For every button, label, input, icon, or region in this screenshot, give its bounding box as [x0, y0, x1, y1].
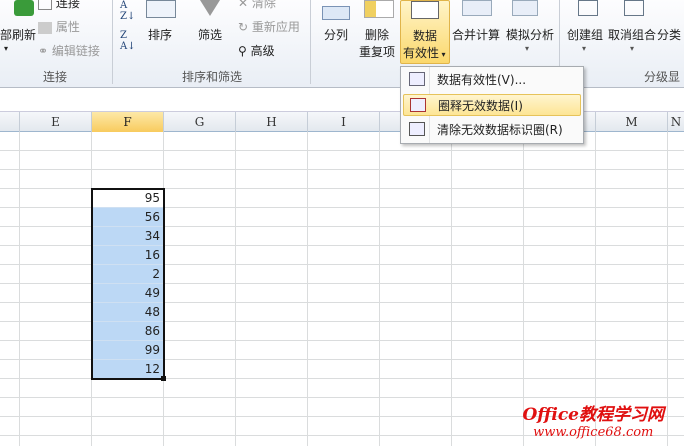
group-button[interactable]: 创建组	[567, 26, 603, 43]
fill-handle[interactable]	[161, 376, 166, 381]
group-label-sort-filter: 排序和筛选	[181, 70, 242, 84]
refresh-dropdown-icon[interactable]: ▾	[4, 44, 8, 53]
menu-item-clear-validation-circles[interactable]: 清除无效数据标识圈(R)	[403, 119, 581, 141]
menu-item-circle-invalid-data[interactable]: 圈释无效数据(I)	[403, 94, 581, 116]
properties-button[interactable]: 属性	[38, 18, 80, 35]
column-header-f[interactable]: F	[92, 112, 164, 132]
connections-button[interactable]: 连接	[38, 0, 80, 11]
link-icon: ⚭	[38, 44, 49, 58]
consolidate-icon	[462, 0, 492, 16]
ungroup-button[interactable]: 取消组合	[608, 26, 656, 43]
group-label-outline: 分级显	[644, 70, 681, 84]
connections-label: 连接	[55, 0, 80, 10]
dropdown-icon: ▾	[525, 44, 530, 53]
circle-invalid-icon	[410, 98, 426, 112]
text-to-columns-icon	[322, 6, 350, 20]
selection-border	[91, 188, 165, 380]
column-header-m[interactable]: M	[596, 112, 668, 132]
edit-links-button[interactable]: ⚭ 编辑链接	[38, 42, 100, 59]
reapply-button[interactable]: ↻ 重新应用	[238, 18, 300, 35]
watermark-brand: Office教程学习网	[522, 405, 665, 425]
divider	[310, 0, 311, 84]
remove-duplicates-button[interactable]: 删除 重复项	[359, 26, 395, 60]
column-header-h[interactable]: H	[236, 112, 308, 132]
group-icon	[578, 0, 598, 16]
properties-label: 属性	[55, 20, 80, 34]
data-validation-menu: 数据有效性(V)... 圈释无效数据(I) 清除无效数据标识圈(R)	[400, 66, 584, 144]
clear-circles-icon	[409, 122, 425, 136]
menu-item-label: 圈释无效数据(I)	[438, 99, 523, 113]
data-validation-label-2: 有效性 ▾	[403, 46, 446, 60]
remove-dup-label-1: 删除	[365, 28, 390, 42]
advanced-filter-icon: ⚲	[238, 44, 247, 58]
refresh-icon	[14, 0, 34, 16]
clear-button[interactable]: ✕ 清除	[238, 0, 276, 11]
remove-dup-label-2: 重复项	[359, 45, 396, 59]
advanced-filter-button[interactable]: ⚲ 高级	[238, 42, 275, 59]
menu-item-label: 清除无效数据标识圈(R)	[437, 123, 563, 137]
sort-icon	[146, 0, 176, 18]
column-header-i[interactable]: I	[308, 112, 380, 132]
data-validation-icon	[411, 1, 439, 19]
column-header-n[interactable]: N	[668, 112, 684, 132]
clear-label: 清除	[251, 0, 276, 10]
data-validation-label-1: 数据	[413, 29, 438, 43]
menu-item-label: 数据有效性(V)...	[437, 73, 527, 87]
text-to-columns-button[interactable]: 分列	[324, 26, 348, 43]
dropdown-icon: ▾	[630, 44, 635, 53]
sort-button[interactable]: 排序	[148, 26, 172, 43]
watermark-url: www.office68.com	[533, 425, 654, 440]
sort-desc-button[interactable]: Z A↓	[120, 30, 136, 52]
what-if-icon	[512, 0, 538, 16]
edit-links-label: 编辑链接	[51, 44, 100, 58]
divider	[112, 0, 113, 84]
watermark: Office教程学习网 www.office68.com	[523, 400, 665, 440]
refresh-all-button[interactable]: 部刷新	[0, 26, 36, 43]
reapply-label: 重新应用	[251, 20, 300, 34]
menu-item-data-validation[interactable]: 数据有效性(V)...	[403, 69, 581, 91]
sort-asc-button[interactable]: A Z↓	[120, 0, 135, 22]
group-label-connections: 连接	[42, 70, 67, 84]
funnel-icon	[200, 0, 220, 16]
column-header-e[interactable]: E	[20, 112, 92, 132]
filter-button[interactable]: 筛选	[198, 26, 222, 43]
remove-duplicates-icon	[364, 0, 394, 18]
what-if-analysis-button[interactable]: 模拟分析	[506, 26, 554, 43]
column-header[interactable]	[0, 112, 20, 132]
subtotal-button[interactable]: 分类	[657, 26, 681, 43]
ungroup-icon	[624, 0, 644, 16]
column-header-g[interactable]: G	[164, 112, 236, 132]
data-validation-icon	[409, 72, 425, 86]
data-validation-button[interactable]: 数据 有效性 ▾	[400, 0, 450, 64]
dropdown-icon: ▾	[582, 44, 587, 53]
consolidate-button[interactable]: 合并计算	[452, 26, 500, 43]
advanced-label: 高级	[250, 44, 275, 58]
